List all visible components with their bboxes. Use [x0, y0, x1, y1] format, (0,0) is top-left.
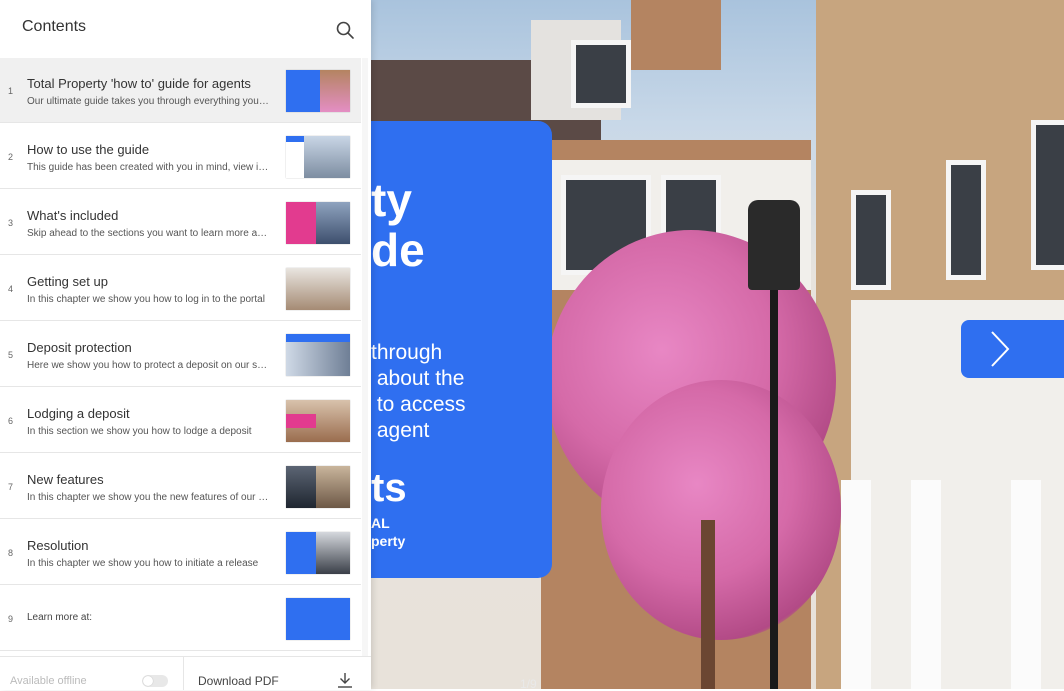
- chimney: [631, 0, 721, 70]
- toc-item-thumbnail: [286, 70, 350, 112]
- toc-item-thumbnail: [286, 136, 350, 178]
- toc-item-description: Here we show you how to protect a deposi…: [27, 360, 271, 371]
- download-icon[interactable]: [336, 671, 354, 689]
- toc-item-number: 6: [8, 416, 14, 426]
- cover-title-line2: de: [371, 224, 425, 276]
- cover-tagline-2: perty: [371, 533, 406, 549]
- cover-tagline-1: AL: [371, 515, 390, 531]
- toc-item-title: Deposit protection: [27, 340, 132, 355]
- cover-subtitle: through about the to access agent: [371, 341, 466, 442]
- toc-item[interactable]: 2 How to use the guide This guide has be…: [0, 124, 361, 189]
- toc-item-title: New features: [27, 472, 104, 487]
- sidebar-header: Contents: [0, 0, 371, 58]
- toc-item[interactable]: 1 Total Property 'how to' guide for agen…: [0, 58, 361, 123]
- toc-item-thumbnail: [286, 268, 350, 310]
- toc-item[interactable]: 4 Getting set up In this chapter we show…: [0, 256, 361, 321]
- toc-item-description: In this chapter we show you how to log i…: [27, 294, 265, 305]
- toc-item-thumbnail: [286, 598, 350, 640]
- sidebar-title: Contents: [22, 18, 87, 35]
- magnolia-tree: [601, 380, 841, 640]
- column: [841, 480, 871, 689]
- toc-item-number: 7: [8, 482, 14, 492]
- cover-title-card: ty de through about the to access agent …: [371, 121, 552, 578]
- toc-item-description: In this section we show you how to lodge…: [27, 426, 252, 437]
- toc-item-thumbnail: [286, 334, 350, 376]
- footer-divider: [183, 657, 184, 690]
- toc-list: 1 Total Property 'how to' guide for agen…: [0, 58, 361, 656]
- toc-item[interactable]: 6 Lodging a deposit In this section we s…: [0, 388, 361, 453]
- toc-item-thumbnail: [286, 532, 350, 574]
- toc-item[interactable]: 7 New features In this chapter we show y…: [0, 454, 361, 519]
- toc-item-description: In this chapter we show you the new feat…: [27, 492, 271, 503]
- window: [1031, 120, 1064, 270]
- toc-item-title: What's included: [27, 208, 119, 223]
- toc-item-title: Total Property 'how to' guide for agents: [27, 76, 251, 91]
- toc-item-description: This guide has been created with you in …: [27, 162, 271, 173]
- toc-item-number: 4: [8, 284, 14, 294]
- lamp-head: [748, 200, 800, 290]
- toc-item-thumbnail: [286, 466, 350, 508]
- toc-item-title: Resolution: [27, 538, 89, 553]
- offline-label: Available offline: [10, 675, 87, 687]
- toc-item[interactable]: 9 Learn more at:: [0, 586, 361, 651]
- search-icon[interactable]: [335, 20, 355, 40]
- column: [1011, 480, 1041, 689]
- toc-item-number: 2: [8, 152, 14, 162]
- toc-item[interactable]: 3 What's included Skip ahead to the sect…: [0, 190, 361, 255]
- toc-item-description: In this chapter we show you how to initi…: [27, 558, 259, 569]
- toc-item-thumbnail: [286, 400, 350, 442]
- tree-trunk: [701, 520, 715, 689]
- toc-item-description: Our ultimate guide takes you through eve…: [27, 96, 271, 107]
- lamp-post: [770, 250, 778, 689]
- contents-sidebar: Contents 1 Total Property 'how to' guide…: [0, 0, 371, 690]
- toc-item-number: 5: [8, 350, 14, 360]
- toc-item-title: Getting set up: [27, 274, 108, 289]
- dormer-window: [571, 40, 631, 108]
- toc-item-title: How to use the guide: [27, 142, 150, 157]
- next-page-button[interactable]: [961, 320, 1064, 378]
- cover-title-line1: ty: [371, 174, 412, 226]
- toc-item[interactable]: 5 Deposit protection Here we show you ho…: [0, 322, 361, 387]
- toc-item-title: Lodging a deposit: [27, 406, 130, 421]
- chevron-right-icon: [991, 331, 1010, 367]
- window: [851, 190, 891, 290]
- toc-item-number: 9: [8, 614, 14, 624]
- window: [946, 160, 986, 280]
- column: [911, 480, 941, 689]
- toc-item-description: Skip ahead to the sections you want to l…: [27, 228, 271, 239]
- download-pdf-button[interactable]: Download PDF: [198, 674, 279, 688]
- toc-item-number: 1: [8, 86, 14, 96]
- toc-scrollbar[interactable]: [362, 58, 368, 656]
- sidebar-footer: Available offline Download PDF: [0, 656, 371, 690]
- cover-heading: ts: [371, 466, 407, 510]
- toc-item-number: 8: [8, 548, 14, 558]
- toc-item-title: Learn more at:: [27, 612, 93, 623]
- toc-item-number: 3: [8, 218, 14, 228]
- toc-item[interactable]: 8 Resolution In this chapter we show you…: [0, 520, 361, 585]
- toc-item-thumbnail: [286, 202, 350, 244]
- offline-toggle[interactable]: [142, 675, 168, 687]
